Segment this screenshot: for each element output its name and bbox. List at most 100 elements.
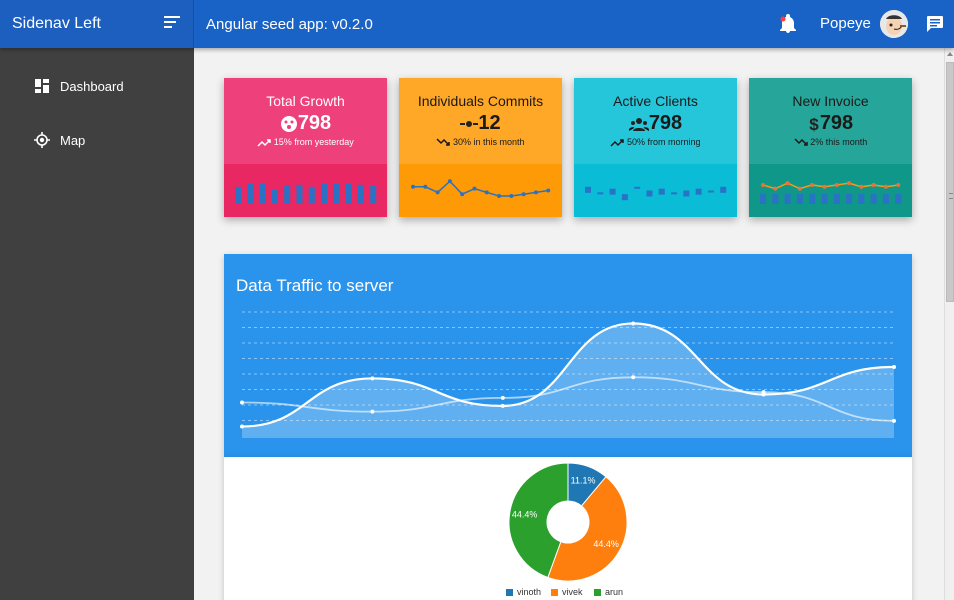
sparkline-bar xyxy=(796,194,803,204)
sparkline-point xyxy=(472,186,477,191)
user-avatar[interactable] xyxy=(880,10,908,38)
sidenav-brand: Sidenav Left xyxy=(0,0,194,48)
sparkline-bar xyxy=(895,194,902,204)
stat-card-trend-text: 50% from morning xyxy=(626,137,701,147)
stat-card-title: Active Clients xyxy=(613,93,698,109)
sparkline-point xyxy=(484,190,489,195)
face-icon xyxy=(280,112,298,134)
stat-card-total-growth: Total Growth 798 15% from yesterday xyxy=(224,78,387,217)
sparkline-bar xyxy=(809,194,816,204)
stat-card-active-clients: Active Clients 798 50% from morning xyxy=(574,78,737,217)
pie-slice-label: 11.1% xyxy=(571,476,596,486)
trending-up-icon xyxy=(257,137,271,147)
sparkline-point xyxy=(447,179,452,184)
stat-card-title: Total Growth xyxy=(266,93,345,109)
stat-card-sparkline-area xyxy=(224,164,387,217)
sort-menu-icon[interactable] xyxy=(164,16,180,30)
stat-card-sparkline xyxy=(585,186,727,201)
main-content: Total Growth 798 15% from yesterday Indi… xyxy=(194,48,944,600)
sparkline-bar xyxy=(247,183,254,204)
sparkline-bar xyxy=(357,184,364,204)
sidebar-item-map[interactable]: Map xyxy=(0,120,194,160)
sidebar-item-dashboard[interactable]: Dashboard xyxy=(0,66,194,106)
commit-icon xyxy=(460,112,479,134)
scroll-grip-icon xyxy=(949,193,953,199)
traffic-point xyxy=(892,418,896,423)
sparkline-bar xyxy=(585,186,591,193)
stat-card-sparkline xyxy=(411,179,551,199)
traffic-point xyxy=(240,400,244,405)
sparkline-bar xyxy=(760,194,766,204)
sparkline-bar xyxy=(671,192,678,195)
traffic-chart-card: Data Traffic to server xyxy=(224,254,912,457)
sparkline-bar xyxy=(634,186,641,189)
legend-item-vivek[interactable]: vivek xyxy=(551,587,583,597)
popeye-avatar-icon xyxy=(880,10,908,38)
sparkline-point xyxy=(785,181,790,186)
traffic-point xyxy=(631,375,636,380)
stat-card-trend: 30% in this month xyxy=(399,137,562,147)
sparkline-bar xyxy=(259,183,266,204)
user-name[interactable]: Popeye xyxy=(820,15,871,32)
sidenav-title: Sidenav Left xyxy=(12,15,101,32)
stat-card-sparkline-area xyxy=(399,164,562,217)
bell-icon[interactable] xyxy=(779,14,797,34)
sparkline-bar xyxy=(333,183,340,204)
traffic-area-fill xyxy=(242,323,894,438)
sparkline-bar xyxy=(870,194,877,204)
sparkline-point xyxy=(546,188,551,193)
stat-card-trend-text: 30% in this month xyxy=(452,137,525,147)
sparkline-bar xyxy=(882,194,889,204)
traffic-point xyxy=(892,364,896,369)
sparkline-point xyxy=(797,186,802,191)
sidebar-item-label: Map xyxy=(60,133,86,148)
sparkline-bar xyxy=(772,194,779,204)
sparkline-bar xyxy=(846,194,853,204)
trending-up-icon xyxy=(610,137,625,147)
sparkline-bar xyxy=(720,186,727,193)
sparkline-point xyxy=(521,192,526,197)
stat-card-trend: 50% from morning xyxy=(574,137,737,147)
sparkline-point xyxy=(423,184,428,189)
stat-card-top: Active Clients 798 50% from morning xyxy=(574,78,737,164)
svg-text:$: $ xyxy=(809,115,819,133)
sparkline-point xyxy=(533,190,538,195)
sparkline-point xyxy=(822,184,827,189)
sparkline-bar xyxy=(235,186,241,204)
sparkline-bar xyxy=(784,194,791,204)
scrollbar[interactable] xyxy=(944,48,954,600)
legend-item-arun[interactable]: arun xyxy=(594,587,623,597)
stat-card-value-row: $798 xyxy=(749,112,912,135)
group-icon xyxy=(628,112,650,134)
sparkline-bar xyxy=(597,192,604,195)
legend-item-vinoth[interactable]: vinoth xyxy=(506,587,541,597)
stat-card-sparkline xyxy=(760,181,902,204)
stat-card-value-row: 798 xyxy=(224,112,387,135)
sparkline-point xyxy=(810,182,815,187)
top-toolbar: Sidenav Left Angular seed app: v0.2.0 Po… xyxy=(0,0,954,48)
sparkline-point xyxy=(761,182,765,187)
stat-card-trend-text: 2% this month xyxy=(810,137,868,147)
sparkline-bar xyxy=(683,190,690,197)
stat-card-new-invoice: New Invoice $798 2% this month xyxy=(749,78,912,217)
scroll-thumb[interactable] xyxy=(946,62,954,302)
scroll-up-arrow-icon[interactable] xyxy=(947,52,953,56)
sparkline-bar xyxy=(609,188,616,195)
stat-card-top: New Invoice $798 2% this month xyxy=(749,78,912,164)
stat-card-trend: 2% this month xyxy=(749,137,912,147)
stat-card-title: Individuals Commits xyxy=(417,93,544,109)
stat-card-value-row: 798 xyxy=(574,112,737,135)
sparkline-point xyxy=(509,194,514,199)
stat-card-value: 798 xyxy=(648,112,683,134)
stat-card-sparkline xyxy=(235,183,377,204)
pie-slice-label: 44.4% xyxy=(593,539,619,549)
sparkline-point xyxy=(847,181,852,186)
app-title: Angular seed app: v0.2.0 xyxy=(206,16,373,33)
sparkline-point xyxy=(460,192,465,197)
chat-icon[interactable] xyxy=(926,15,944,33)
pie-slice-label: 44.4% xyxy=(512,509,538,519)
sparkline-point xyxy=(896,182,901,187)
legend-swatch xyxy=(594,589,601,597)
stat-card-value: 798 xyxy=(297,112,332,134)
trending-down-icon xyxy=(794,137,808,147)
